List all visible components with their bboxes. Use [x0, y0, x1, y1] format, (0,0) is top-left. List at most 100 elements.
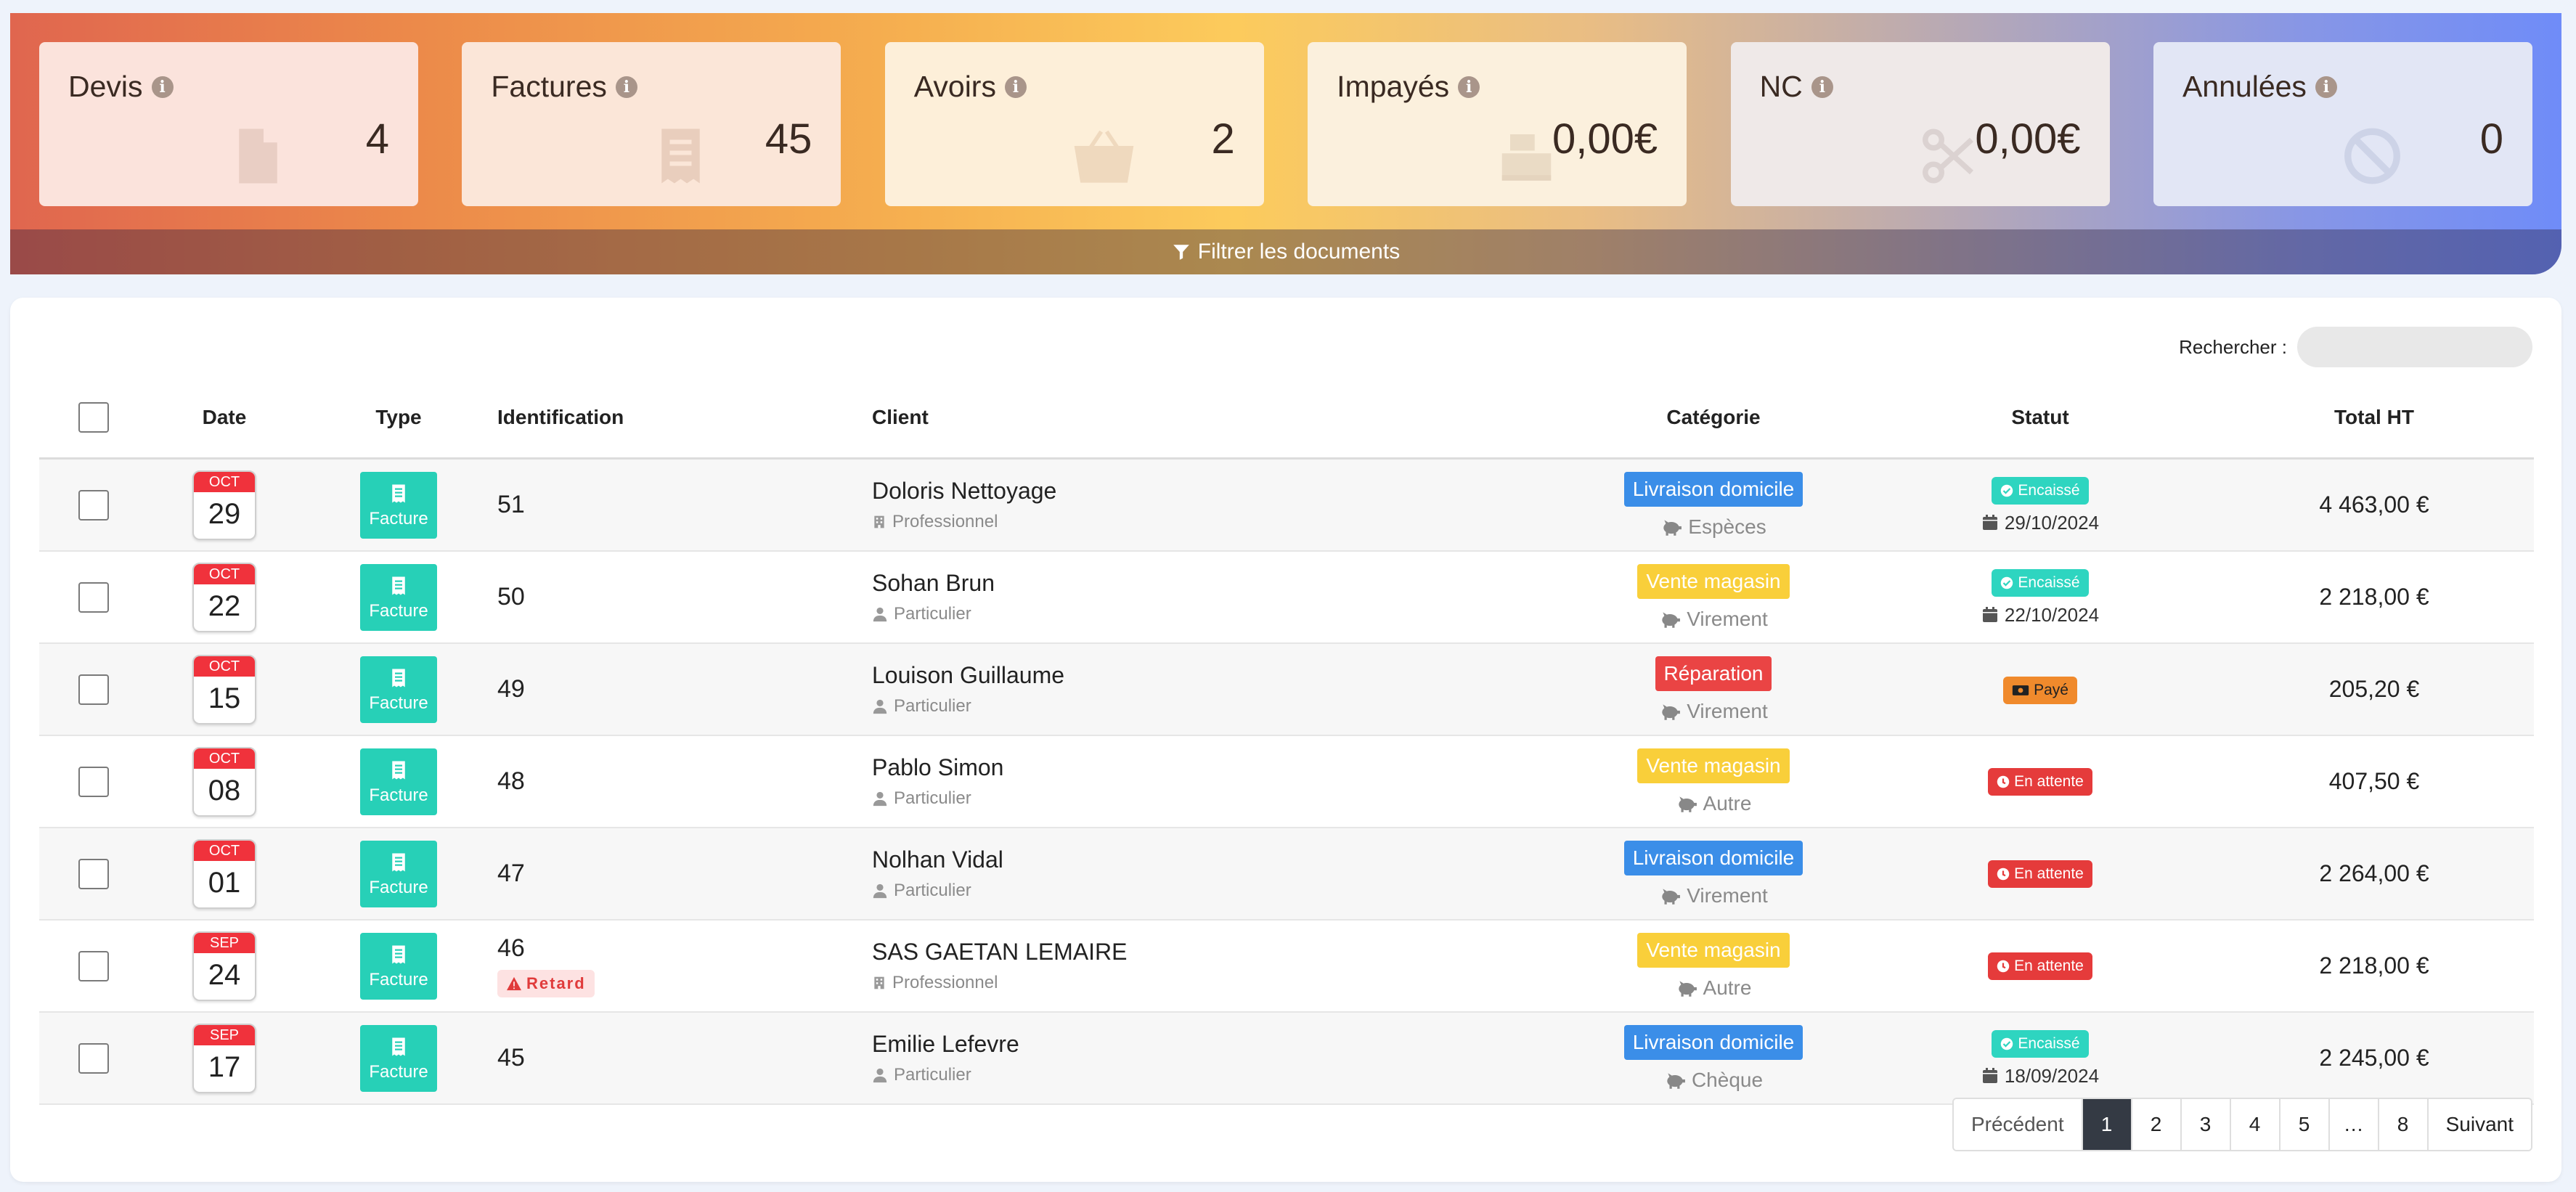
stat-card-devis[interactable]: Devis i 4 — [39, 42, 418, 206]
row-checkbox[interactable] — [78, 489, 109, 521]
header-type[interactable]: Type — [301, 377, 497, 460]
info-icon[interactable]: i — [2315, 75, 2337, 98]
stat-card-avoirs[interactable]: Avoirs i 2 — [884, 42, 1264, 206]
table-row[interactable]: OCT 29 Facture 51 Doloris Nettoyage Prof… — [39, 458, 2534, 552]
status-badge: Encaissé — [1992, 1029, 2089, 1058]
row-checkbox[interactable] — [78, 1042, 109, 1074]
document-number[interactable]: 48 — [497, 767, 871, 796]
pagination-page-8[interactable]: 8 — [2377, 1099, 2427, 1150]
header-statut[interactable]: Statut — [1866, 377, 2214, 460]
category-cell: Vente magasin Autre — [1561, 735, 1866, 828]
pagination-page-4[interactable]: 4 — [2229, 1099, 2279, 1150]
stat-card-annulees[interactable]: Annulées i 0 — [2153, 42, 2532, 206]
date-cell: SEP 24 — [148, 920, 301, 1013]
identification-cell: 50 — [497, 551, 871, 644]
piggy-bank-icon — [1663, 519, 1682, 536]
info-icon[interactable]: i — [151, 75, 174, 98]
select-all-checkbox[interactable] — [78, 402, 109, 433]
row-checkbox[interactable] — [78, 858, 109, 889]
filter-icon — [1173, 245, 1189, 260]
payment-label: Chèque — [1691, 1068, 1764, 1091]
user-icon — [873, 607, 887, 622]
search-input[interactable] — [2297, 327, 2532, 367]
document-number[interactable]: 49 — [497, 675, 871, 703]
status-date: 18/09/2024 — [1867, 1065, 2214, 1087]
total-cell: 2 245,00 € — [2214, 1012, 2534, 1105]
client-name[interactable]: Emilie Lefevre — [872, 1031, 1560, 1058]
stat-card-impayes[interactable]: Impayés i 0,00€ — [1308, 42, 1687, 206]
date-badge: OCT 15 — [192, 654, 256, 724]
header-date[interactable]: Date — [148, 377, 301, 460]
info-icon[interactable]: i — [1458, 75, 1480, 98]
pagination-page-3[interactable]: 3 — [2180, 1099, 2230, 1150]
document-number[interactable]: 46 — [497, 934, 871, 963]
stats-cards: Devis i 4 Factures i 45 Avoirs i 2 Impay… — [39, 42, 2532, 206]
client-type: Particulier — [872, 696, 1560, 717]
table-row[interactable]: SEP 17 Facture 45 Emilie Lefevre Particu… — [39, 1012, 2534, 1105]
category-cell: Livraison domicile Espèces — [1561, 458, 1866, 552]
table-row[interactable]: OCT 15 Facture 49 Louison Guillaume Part… — [39, 643, 2534, 736]
client-name[interactable]: SAS GAETAN LEMAIRE — [872, 939, 1560, 966]
filter-documents-button[interactable]: Filtrer les documents — [10, 229, 2561, 274]
stat-label-row: Annulées i — [2182, 70, 2503, 104]
header-total[interactable]: Total HT — [2214, 377, 2534, 460]
pagination-next[interactable]: Suivant — [2426, 1099, 2531, 1150]
identification-cell: 45 — [497, 1012, 871, 1105]
info-icon[interactable]: i — [1004, 75, 1027, 98]
search-box: Rechercher : — [2179, 327, 2532, 367]
file-icon — [239, 128, 277, 184]
client-name[interactable]: Doloris Nettoyage — [872, 478, 1560, 505]
table-row[interactable]: SEP 24 Facture 46 Retard SAS GAETAN LEMA… — [39, 920, 2534, 1013]
document-number[interactable]: 47 — [497, 860, 871, 888]
row-select-cell — [39, 458, 148, 552]
stat-value: 2 — [1211, 115, 1235, 163]
document-number[interactable]: 45 — [497, 1044, 871, 1072]
status-label: Encaissé — [2018, 1034, 2080, 1052]
calendar-icon — [1982, 607, 1997, 622]
table-row[interactable]: OCT 08 Facture 48 Pablo Simon Particulie… — [39, 735, 2534, 828]
document-number[interactable]: 51 — [497, 491, 871, 519]
row-checkbox[interactable] — [78, 950, 109, 981]
stat-card-factures[interactable]: Factures i 45 — [462, 42, 841, 206]
client-name[interactable]: Sohan Brun — [872, 570, 1560, 597]
pagination-ellipsis: … — [2328, 1099, 2378, 1150]
pagination-previous[interactable]: Précédent — [1953, 1099, 2082, 1150]
info-icon[interactable]: i — [1811, 75, 1833, 98]
date-month: OCT — [194, 840, 255, 861]
client-cell: Pablo Simon Particulier — [871, 735, 1561, 828]
client-name[interactable]: Nolhan Vidal — [872, 846, 1560, 873]
row-checkbox[interactable] — [78, 674, 109, 705]
category-badge: Réparation — [1655, 656, 1772, 691]
header-categorie[interactable]: Catégorie — [1561, 377, 1866, 460]
status-badge: En attente — [1988, 952, 2092, 980]
payment-method: Autre — [1562, 792, 1865, 815]
row-checkbox[interactable] — [78, 766, 109, 797]
status-cell: En attente — [1866, 920, 2214, 1013]
pagination-page-1[interactable]: 1 — [2081, 1099, 2131, 1150]
receipt-icon — [392, 945, 405, 963]
client-name[interactable]: Louison Guillaume — [872, 662, 1560, 689]
client-cell: Nolhan Vidal Particulier — [871, 828, 1561, 920]
table-row[interactable]: OCT 22 Facture 50 Sohan Brun Particulier… — [39, 551, 2534, 644]
header-client[interactable]: Client — [871, 377, 1561, 460]
client-type: Particulier — [872, 1065, 1560, 1085]
document-number[interactable]: 50 — [497, 583, 871, 611]
pagination-page-5[interactable]: 5 — [2278, 1099, 2328, 1150]
stat-label-row: NC i — [1760, 70, 2081, 104]
status-cell: Encaissé 29/10/2024 — [1866, 458, 2214, 552]
row-checkbox[interactable] — [78, 581, 109, 613]
piggy-bank-icon — [1678, 980, 1697, 997]
receipt-icon — [392, 853, 405, 871]
stat-label: Avoirs — [913, 70, 996, 103]
stat-card-nc[interactable]: NC i 0,00€ — [1730, 42, 2110, 206]
header-identification[interactable]: Identification — [497, 377, 871, 460]
status-date: 29/10/2024 — [1867, 512, 2214, 534]
stat-value: 0,00€ — [1552, 115, 1658, 163]
client-name[interactable]: Pablo Simon — [872, 754, 1560, 781]
info-icon[interactable]: i — [615, 75, 637, 98]
check-circle-icon — [2001, 576, 2013, 589]
table-row[interactable]: OCT 01 Facture 47 Nolhan Vidal Particuli… — [39, 828, 2534, 920]
date-badge: SEP 24 — [192, 931, 256, 1001]
stat-value: 4 — [365, 115, 389, 163]
pagination-page-2[interactable]: 2 — [2130, 1099, 2180, 1150]
